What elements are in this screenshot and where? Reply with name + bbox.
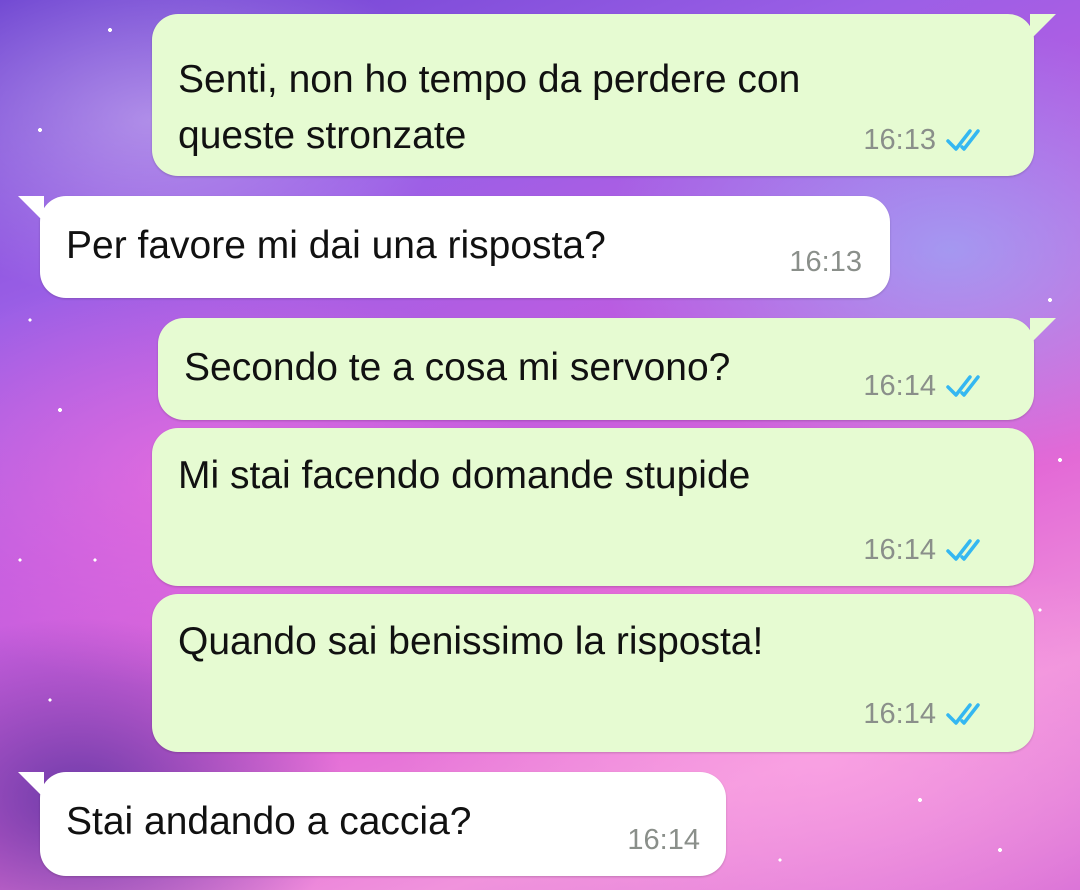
- message-text: Secondo te a cosa mi servono?: [184, 346, 731, 389]
- message-bubble-incoming[interactable]: Stai andando a caccia? 16:14: [18, 772, 726, 876]
- double-check-icon: [946, 703, 980, 725]
- double-check-icon: [946, 375, 980, 397]
- message-bubble-outgoing[interactable]: Mi stai facendo domande stupide 16:14: [152, 428, 1034, 586]
- bubble-tail: [18, 772, 44, 798]
- message-time: 16:14: [863, 370, 936, 402]
- message-bubble-outgoing[interactable]: Quando sai benissimo la risposta! 16:14: [152, 594, 1034, 752]
- double-check-icon: [946, 539, 980, 561]
- message-meta: 16:13: [789, 246, 862, 278]
- message-bubble-outgoing[interactable]: Secondo te a cosa mi servono? 16:14: [158, 318, 1056, 420]
- message-bubble-outgoing[interactable]: Senti, non ho tempo da perdere con quest…: [152, 14, 1056, 176]
- message-time: 16:14: [627, 824, 700, 856]
- message-time: 16:14: [863, 534, 936, 566]
- message-time: 16:13: [789, 246, 862, 278]
- message-text: Quando sai benissimo la risposta!: [178, 620, 764, 663]
- message-text: Senti, non ho tempo da perdere con quest…: [178, 58, 801, 157]
- message-meta: 16:13: [863, 124, 990, 156]
- message-time: 16:14: [863, 698, 936, 730]
- message-bubble-incoming[interactable]: Per favore mi dai una risposta? 16:13: [18, 196, 890, 298]
- bubble-tail: [1030, 318, 1056, 344]
- bubble-tail: [1030, 14, 1056, 40]
- message-text: Per favore mi dai una risposta?: [66, 224, 606, 267]
- message-time: 16:13: [863, 124, 936, 156]
- message-meta: 16:14: [863, 698, 990, 730]
- message-meta: 16:14: [863, 370, 990, 402]
- message-text: Mi stai facendo domande stupide: [178, 454, 751, 497]
- bubble-tail: [18, 196, 44, 222]
- double-check-icon: [946, 129, 980, 151]
- message-text: Stai andando a caccia?: [66, 800, 472, 843]
- message-meta: 16:14: [627, 824, 700, 856]
- message-meta: 16:14: [863, 534, 990, 566]
